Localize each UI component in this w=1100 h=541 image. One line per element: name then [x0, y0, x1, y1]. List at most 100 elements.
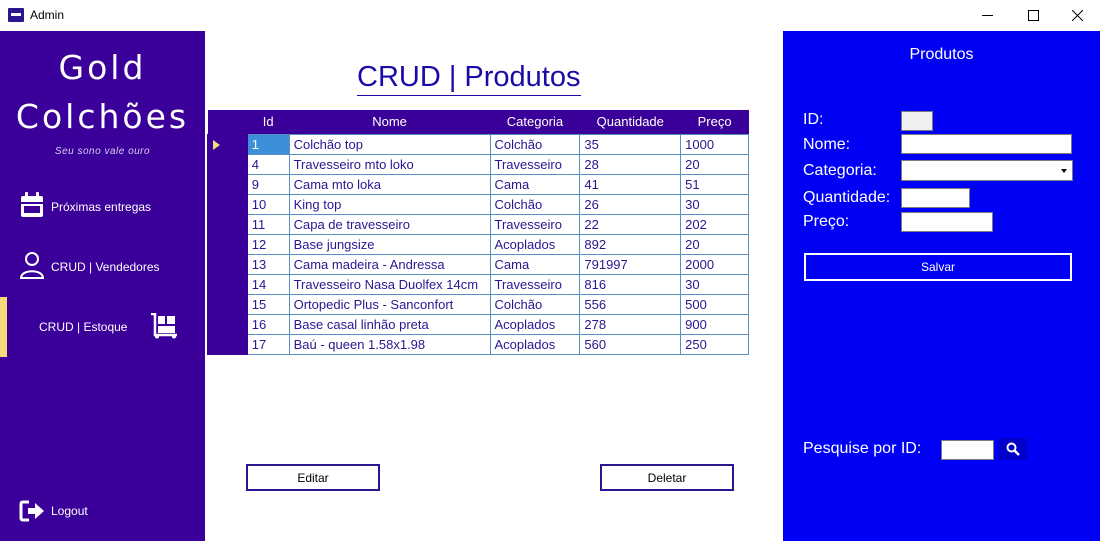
edit-button[interactable]: Editar	[246, 464, 380, 491]
table-row[interactable]: 16 Base casal linhão preta Acoplados 278 900	[207, 313, 749, 335]
cell-categoria[interactable]: Acoplados	[489, 313, 581, 335]
row-header[interactable]	[207, 333, 248, 355]
column-header-preco[interactable]: Preço	[680, 110, 749, 134]
cell-preco[interactable]: 51	[680, 173, 749, 195]
cell-preco[interactable]: 202	[680, 213, 749, 235]
cell-nome[interactable]: Ortopedic Plus - Sanconfort	[288, 293, 491, 315]
table-row[interactable]: 17 Baú - queen 1.58x1.98 Acoplados 560 250	[207, 333, 749, 355]
sidebar-item-crud-vendedores[interactable]: CRUD | Vendedores	[0, 237, 205, 297]
cell-nome[interactable]: Colchão top	[288, 133, 491, 155]
cell-categoria[interactable]: Travesseiro	[489, 273, 581, 295]
categoria-select[interactable]	[901, 160, 1073, 181]
cell-preco[interactable]: 900	[680, 313, 749, 335]
table-row[interactable]: 9 Cama mto loka Cama 41 51	[207, 173, 749, 195]
cell-id[interactable]: 9	[246, 173, 290, 195]
table-row[interactable]: 12 Base jungsize Acoplados 892 20	[207, 233, 749, 255]
cell-quantidade[interactable]: 41	[579, 173, 682, 195]
cell-id[interactable]: 16	[246, 313, 290, 335]
cell-nome[interactable]: Capa de travesseiro	[288, 213, 491, 235]
table-row[interactable]: 14 Travesseiro Nasa Duolfex 14cm Travessei…	[207, 273, 749, 295]
table-row[interactable]: 11 Capa de travesseiro Travesseiro 22 202	[207, 213, 749, 235]
cell-id[interactable]: 11	[246, 213, 290, 235]
quantidade-field[interactable]	[901, 188, 970, 208]
cell-quantidade[interactable]: 892	[579, 233, 682, 255]
cell-preco[interactable]: 30	[680, 273, 749, 295]
cell-quantidade[interactable]: 22	[579, 213, 682, 235]
cell-nome[interactable]: King top	[288, 193, 491, 215]
cell-categoria[interactable]: Travesseiro	[489, 213, 581, 235]
cell-id[interactable]: 1	[246, 133, 290, 155]
cell-nome[interactable]: Cama madeira - Andressa	[288, 253, 491, 275]
save-button[interactable]: Salvar	[804, 253, 1072, 281]
cell-id[interactable]: 13	[246, 253, 290, 275]
table-row[interactable]: 10 King top Colchão 26 30	[207, 193, 749, 215]
cell-preco[interactable]: 20	[680, 233, 749, 255]
cell-id[interactable]: 15	[246, 293, 290, 315]
search-button[interactable]	[999, 438, 1027, 460]
cell-id[interactable]: 10	[246, 193, 290, 215]
cell-categoria[interactable]: Colchão	[489, 133, 581, 155]
close-button[interactable]	[1054, 0, 1100, 31]
table-row[interactable]: 4 Travesseiro mto loko Travesseiro 28 20	[207, 153, 749, 175]
cell-categoria[interactable]: Colchão	[489, 293, 581, 315]
table-row[interactable]: 1 Colchão top Colchão 35 1000	[207, 133, 749, 155]
cell-quantidade[interactable]: 791997	[579, 253, 682, 275]
row-header[interactable]	[207, 273, 248, 295]
row-header[interactable]	[207, 213, 248, 235]
row-header[interactable]	[207, 313, 248, 335]
id-field[interactable]	[901, 111, 933, 131]
cell-categoria[interactable]: Cama	[489, 173, 581, 195]
cell-nome[interactable]: Travesseiro mto loko	[288, 153, 491, 175]
preco-field[interactable]	[901, 212, 993, 232]
cell-id[interactable]: 4	[246, 153, 290, 175]
search-id-field[interactable]	[941, 440, 994, 460]
row-header[interactable]	[207, 173, 248, 195]
delete-button[interactable]: Deletar	[600, 464, 734, 491]
column-header-categoria[interactable]: Categoria	[490, 110, 580, 134]
nome-field[interactable]	[901, 134, 1072, 154]
cell-preco[interactable]: 2000	[680, 253, 749, 275]
products-table[interactable]: Id Nome Categoria Quantidade Preço 1 Colc…	[207, 110, 749, 355]
cell-id[interactable]: 17	[246, 333, 290, 355]
cell-nome[interactable]: Baú - queen 1.58x1.98	[288, 333, 491, 355]
cell-quantidade[interactable]: 35	[579, 133, 682, 155]
column-header-id[interactable]: Id	[247, 110, 290, 134]
column-header-nome[interactable]: Nome	[289, 110, 491, 134]
cell-id[interactable]: 12	[246, 233, 290, 255]
table-row[interactable]: 15 Ortopedic Plus - Sanconfort Colchão 556 5…	[207, 293, 749, 315]
row-header[interactable]	[207, 193, 248, 215]
cell-preco[interactable]: 1000	[680, 133, 749, 155]
cell-categoria[interactable]: Cama	[489, 253, 581, 275]
cell-preco[interactable]: 20	[680, 153, 749, 175]
cell-nome[interactable]: Travesseiro Nasa Duolfex 14cm	[288, 273, 491, 295]
cell-nome[interactable]: Cama mto loka	[288, 173, 491, 195]
cell-quantidade[interactable]: 556	[579, 293, 682, 315]
cell-quantidade[interactable]: 28	[579, 153, 682, 175]
cell-quantidade[interactable]: 560	[579, 333, 682, 355]
cell-categoria[interactable]: Travesseiro	[489, 153, 581, 175]
row-header[interactable]	[207, 153, 248, 175]
sidebar-item-proximas-entregas[interactable]: Próximas entregas	[0, 177, 205, 237]
maximize-button[interactable]	[1010, 0, 1056, 31]
cell-nome[interactable]: Base jungsize	[288, 233, 491, 255]
cell-categoria[interactable]: Acoplados	[489, 333, 581, 355]
cell-quantidade[interactable]: 816	[579, 273, 682, 295]
table-row[interactable]: 13 Cama madeira - Andressa Cama 791997 2000	[207, 253, 749, 275]
column-header-quantidade[interactable]: Quantidade	[579, 110, 681, 134]
cell-preco[interactable]: 500	[680, 293, 749, 315]
cell-quantidade[interactable]: 278	[579, 313, 682, 335]
row-header[interactable]	[207, 233, 248, 255]
cell-quantidade[interactable]: 26	[579, 193, 682, 215]
row-header[interactable]	[207, 133, 248, 155]
logout-button[interactable]: Logout	[0, 481, 205, 541]
cell-preco[interactable]: 250	[680, 333, 749, 355]
cell-categoria[interactable]: Colchão	[489, 193, 581, 215]
minimize-button[interactable]	[964, 0, 1010, 31]
row-header[interactable]	[207, 293, 248, 315]
cell-nome[interactable]: Base casal linhão preta	[288, 313, 491, 335]
cell-id[interactable]: 14	[246, 273, 290, 295]
row-header[interactable]	[207, 253, 248, 275]
cell-preco[interactable]: 30	[680, 193, 749, 215]
sidebar-item-crud-estoque[interactable]: CRUD | Estoque	[0, 297, 205, 357]
cell-categoria[interactable]: Acoplados	[489, 233, 581, 255]
